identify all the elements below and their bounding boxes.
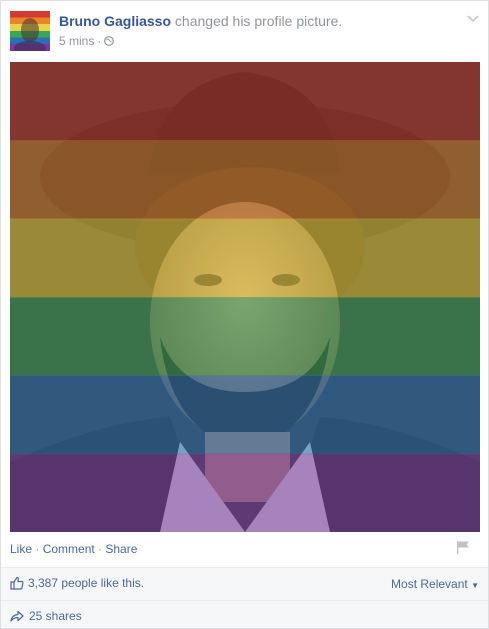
rainbow-stripe [10, 62, 480, 141]
avatar-face [21, 18, 39, 42]
share-link[interactable]: Share [105, 542, 137, 556]
avatar[interactable] [10, 11, 50, 51]
caret-down-icon: ▼ [471, 581, 479, 590]
actions-separator: · [94, 542, 106, 556]
profile-photo-image [10, 62, 480, 532]
rainbow-stripe [10, 218, 480, 298]
rainbow-stripe [10, 453, 480, 532]
shares-summary[interactable]: 25 shares [10, 609, 82, 623]
avatar-shoulders [14, 41, 46, 51]
comment-sort-label: Most Relevant [391, 577, 468, 591]
author-name[interactable]: Bruno Gagliasso [59, 13, 171, 29]
rainbow-stripe [10, 297, 480, 376]
rainbow-stripe [10, 375, 480, 455]
thumbs-up-icon [10, 576, 24, 590]
shares-count-text[interactable]: 25 shares [29, 609, 82, 623]
profile-photo[interactable] [10, 62, 480, 532]
post-action-text: changed his profile picture. [174, 13, 343, 29]
actions-separator: · [32, 542, 43, 556]
post-actions: Like · Comment · Share [10, 542, 137, 556]
like-link[interactable]: Like [10, 542, 32, 556]
comment-sort-dropdown[interactable]: Most Relevant ▼ [391, 577, 479, 591]
meta-separator: · [97, 34, 102, 48]
post-headline: Bruno Gagliasso changed his profile pict… [59, 13, 342, 29]
globe-icon[interactable] [104, 36, 115, 46]
likes-summary[interactable]: 3,387 people like this. [10, 576, 144, 590]
post-timestamp[interactable]: 5 mins [59, 34, 94, 48]
chevron-down-icon[interactable] [466, 13, 480, 25]
flag-icon[interactable] [455, 540, 471, 554]
share-arrow-icon [10, 610, 24, 622]
comment-link[interactable]: Comment [43, 542, 95, 556]
stats-divider [1, 600, 488, 601]
post-meta: 5 mins · [59, 34, 115, 48]
rainbow-overlay [10, 62, 480, 532]
likes-count-text[interactable]: 3,387 people like this. [28, 576, 144, 590]
post-header: Bruno Gagliasso changed his profile pict… [10, 11, 480, 53]
footer-divider [1, 567, 488, 568]
post-card: Bruno Gagliasso changed his profile pict… [0, 0, 489, 629]
rainbow-stripe [10, 140, 480, 220]
